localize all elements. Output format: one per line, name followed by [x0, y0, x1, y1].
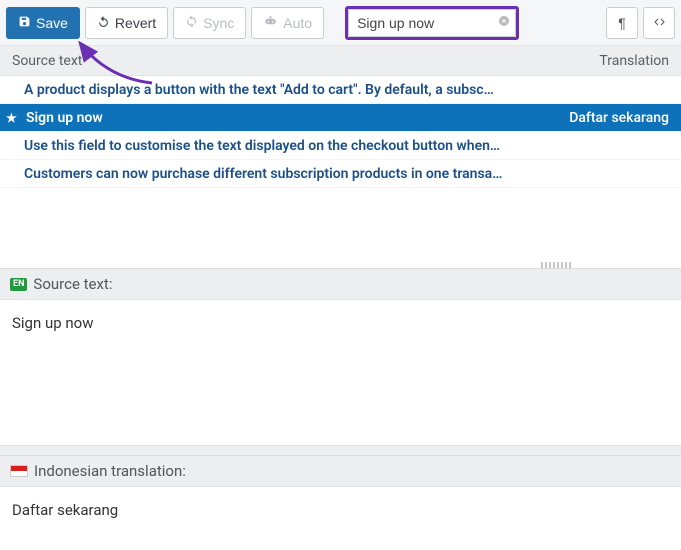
translation-pane-header: Indonesian translation:	[0, 455, 681, 487]
clear-search-icon[interactable]	[498, 15, 510, 31]
code-view-button[interactable]	[643, 7, 675, 39]
sync-button[interactable]: Sync	[173, 7, 246, 39]
revert-icon	[97, 15, 110, 30]
save-icon	[18, 15, 31, 30]
column-headers: Source text Translation	[0, 46, 681, 76]
pilcrow-button[interactable]: ¶	[606, 7, 638, 39]
row-source: A product displays a button with the tex…	[24, 82, 669, 98]
table-row[interactable]: A product displays a button with the tex…	[0, 76, 681, 104]
sync-label: Sync	[203, 15, 234, 31]
row-source: Use this field to customise the text dis…	[24, 138, 669, 154]
search-wrap	[345, 6, 519, 40]
row-source: Sign up now	[26, 110, 559, 126]
row-source: Customers can now purchase different sub…	[24, 166, 669, 182]
save-button[interactable]: Save	[6, 7, 80, 39]
table-row[interactable]: Customers can now purchase different sub…	[0, 160, 681, 188]
auto-button[interactable]: Auto	[251, 7, 324, 39]
translation-pane-label: Indonesian translation:	[34, 462, 186, 480]
pane-separator	[0, 445, 681, 455]
list-gap	[0, 188, 681, 268]
table-row[interactable]: ★ Sign up now Daftar sekarang	[0, 104, 681, 132]
revert-button[interactable]: Revert	[85, 7, 168, 39]
source-text-value: Sign up now	[12, 314, 94, 332]
source-pane-label: Source text:	[33, 275, 112, 293]
table-row[interactable]: Use this field to customise the text dis…	[0, 132, 681, 160]
revert-label: Revert	[115, 15, 156, 31]
robot-icon	[263, 15, 278, 30]
flag-id-icon	[10, 465, 28, 477]
source-pane-body: Sign up now	[0, 300, 681, 445]
translation-pane-body[interactable]: Daftar sekarang	[0, 487, 681, 527]
code-icon	[652, 15, 667, 31]
translation-column-header: Translation	[599, 53, 669, 69]
source-column-header: Source text	[12, 53, 599, 69]
auto-label: Auto	[283, 15, 312, 31]
source-pane-header: EN Source text:	[0, 268, 681, 300]
pilcrow-icon: ¶	[618, 15, 626, 31]
lang-badge-en: EN	[10, 278, 27, 291]
save-label: Save	[36, 15, 68, 31]
string-list: A product displays a button with the tex…	[0, 76, 681, 188]
row-translation: Daftar sekarang	[569, 110, 669, 126]
resize-handle[interactable]	[541, 262, 571, 268]
search-input[interactable]	[348, 9, 516, 37]
sync-icon	[185, 15, 198, 30]
star-icon: ★	[6, 111, 22, 125]
translation-text-value: Daftar sekarang	[12, 501, 118, 519]
toolbar: Save Revert Sync Auto ¶	[0, 0, 681, 46]
